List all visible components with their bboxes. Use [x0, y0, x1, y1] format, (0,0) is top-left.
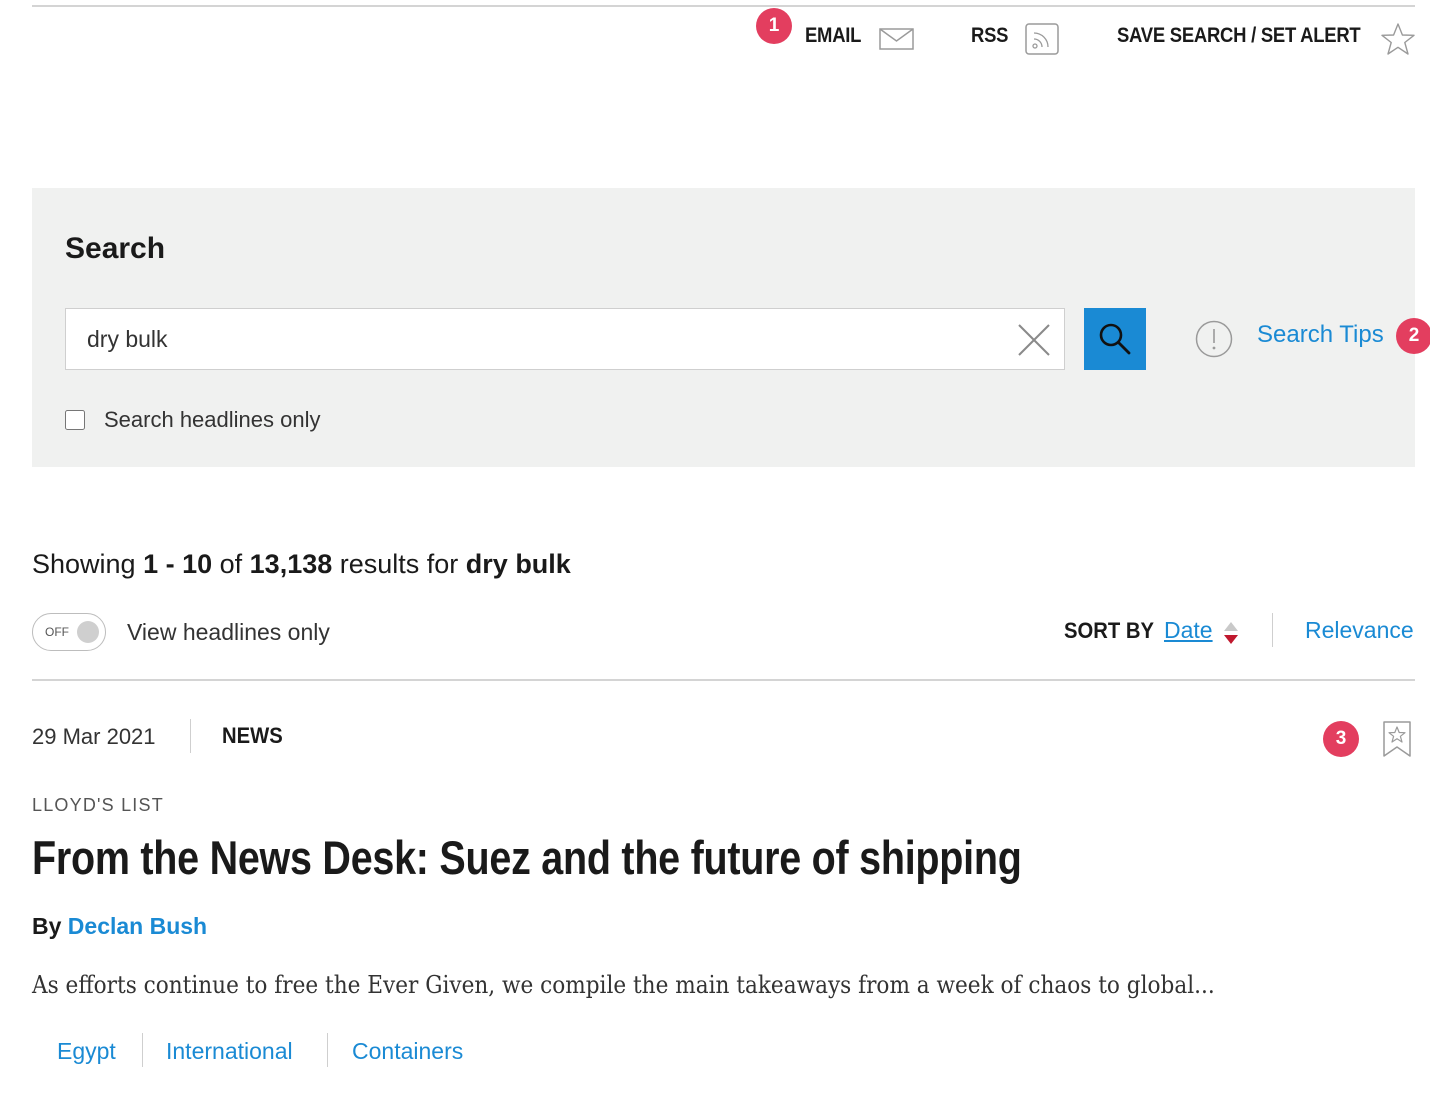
envelope-icon[interactable]: [879, 28, 915, 50]
save-search-button[interactable]: SAVE SEARCH / SET ALERT: [1117, 24, 1394, 48]
top-divider: [32, 5, 1415, 7]
rss-label: RSS: [971, 24, 1009, 47]
results-summary: Showing 1 - 10 of 13,138 results for dry…: [32, 549, 571, 580]
annotation-badge-2: 2: [1396, 318, 1430, 354]
annotation-badge-1: 1: [756, 8, 792, 44]
results-of: of: [212, 549, 250, 579]
bookmark-icon[interactable]: [1382, 720, 1412, 758]
search-headlines-only-label: Search headlines only: [104, 407, 321, 432]
tag-divider: [327, 1033, 328, 1067]
search-submit-button[interactable]: [1084, 308, 1146, 370]
results-term: dry bulk: [465, 549, 571, 579]
results-prefix: Showing: [32, 549, 144, 579]
close-icon[interactable]: [1017, 323, 1051, 357]
article-headline[interactable]: From the News Desk: Suez and the future …: [32, 830, 1022, 885]
sort-option-date[interactable]: Date: [1164, 617, 1213, 644]
results-divider: [32, 679, 1415, 681]
star-icon[interactable]: [1380, 22, 1416, 56]
results-for: results for: [332, 549, 466, 579]
view-headlines-toggle[interactable]: OFF: [32, 613, 106, 651]
info-icon[interactable]: [1195, 320, 1233, 358]
email-label: EMAIL: [805, 24, 862, 47]
article-byline: By Declan Bush: [32, 913, 207, 940]
search-panel: Search Search Tips Search headlines only: [32, 188, 1415, 467]
tag-egypt[interactable]: Egypt: [57, 1038, 116, 1065]
search-icon: [1099, 323, 1131, 355]
search-headlines-only-checkbox[interactable]: [65, 410, 85, 430]
sort-arrows-icon[interactable]: [1222, 619, 1240, 647]
article-date: 29 Mar 2021: [32, 724, 156, 749]
results-range: 1 - 10: [143, 549, 213, 579]
tag-international[interactable]: International: [166, 1038, 293, 1065]
results-total: 13,138: [249, 549, 333, 579]
article-summary: As efforts continue to free the Ever Giv…: [32, 971, 1215, 999]
sort-by-label: SORT BY: [1064, 618, 1154, 643]
save-search-label: SAVE SEARCH / SET ALERT: [1117, 24, 1361, 47]
tag-containers[interactable]: Containers: [352, 1038, 463, 1065]
author-link[interactable]: Declan Bush: [68, 913, 207, 939]
annotation-badge-3: 3: [1323, 721, 1359, 757]
rss-icon[interactable]: [1025, 23, 1059, 55]
article-type: NEWS: [222, 723, 283, 748]
search-heading: Search: [65, 232, 166, 265]
sort-option-relevance[interactable]: Relevance: [1305, 617, 1414, 644]
byline-prefix: By: [32, 913, 68, 939]
view-headlines-label: View headlines only: [127, 619, 330, 645]
toggle-knob: [77, 621, 99, 643]
search-input[interactable]: [65, 308, 1065, 370]
sort-divider: [1272, 613, 1273, 647]
meta-divider: [190, 719, 191, 753]
email-button[interactable]: EMAIL: [805, 24, 869, 48]
article-publication: LLOYD'S LIST: [32, 795, 164, 815]
toggle-state: OFF: [45, 625, 69, 639]
rss-button[interactable]: RSS: [971, 24, 1013, 48]
search-tips-link[interactable]: Search Tips: [1257, 321, 1384, 349]
tag-divider: [142, 1033, 143, 1067]
